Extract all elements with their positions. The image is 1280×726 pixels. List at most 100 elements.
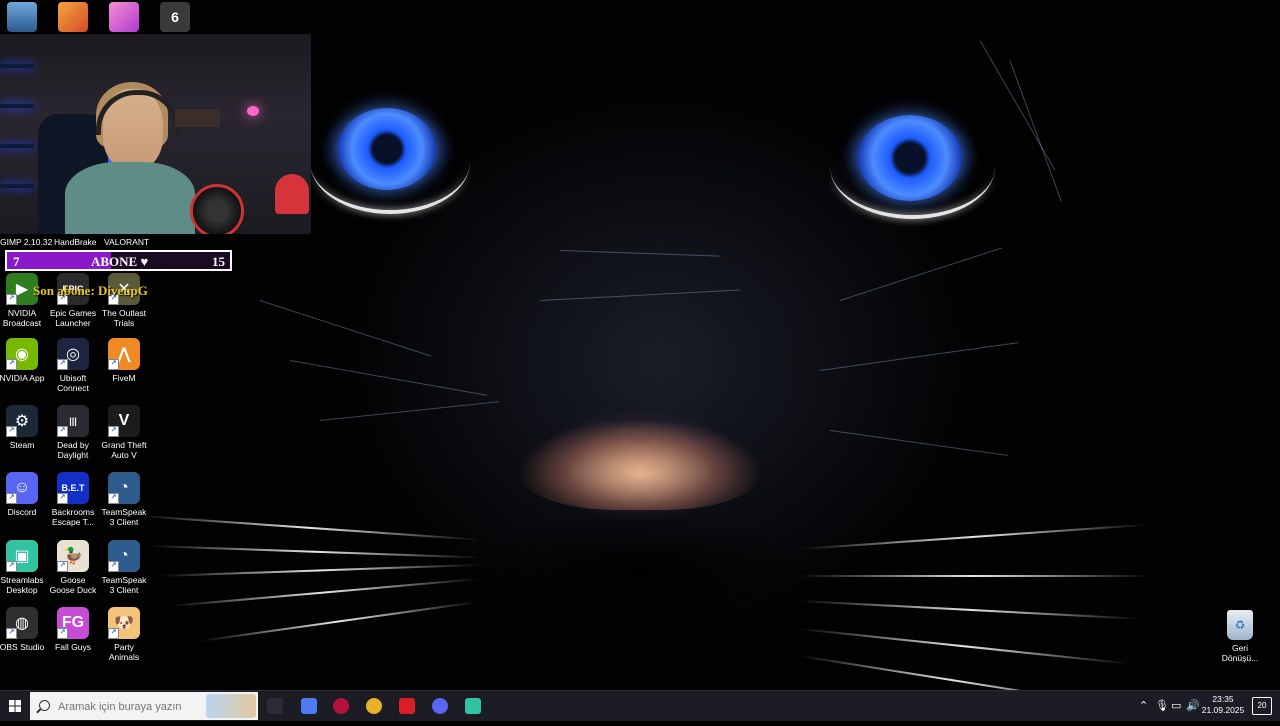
nvidia-app-label: NVIDIA App	[0, 373, 45, 383]
desktop-icon-party-animals[interactable]: 🐶 ↗ Party Animals	[99, 607, 149, 662]
search-icon	[39, 700, 50, 711]
shortcut-arrow-icon: ↗	[6, 628, 17, 639]
shortcut-arrow-icon: ↗	[108, 561, 119, 572]
shortcut-arrow-icon: ↗	[57, 426, 68, 437]
shortcut-arrow-icon: ↗	[6, 294, 17, 305]
shortcut-arrow-icon: ↗	[6, 561, 17, 572]
handbrake-label: HandBrake	[54, 237, 97, 247]
microphone-icon[interactable]: 🎙	[1155, 699, 1169, 712]
recycle-bin-icon: ♻	[1227, 610, 1253, 640]
taskbar-app-streamlabs-task[interactable]	[463, 696, 483, 716]
steam-label: Steam	[9, 440, 35, 450]
desktop-icon-nvidia-broadcast[interactable]: ▶ ↗ NVIDIA Broadcast	[0, 273, 47, 328]
clock[interactable]: 23:35 21.09.2025	[1198, 694, 1248, 716]
taskbar-search[interactable]	[30, 692, 258, 720]
shortcut-arrow-icon: ↗	[57, 561, 68, 572]
fall-guys-label: Fall Guys	[55, 642, 91, 652]
outlast-trials-label: The Outlast Trials	[102, 308, 146, 328]
desktop-icon-obs-studio[interactable]: ◍ ↗ OBS Studio	[0, 607, 47, 652]
sub-goal-bar: 7 ABONE ♥ 15	[5, 250, 232, 271]
dead-by-daylight-icon: ||| ↗	[57, 405, 89, 437]
taskbar-app-netflix[interactable]	[397, 696, 417, 716]
shortcut-arrow-icon: ↗	[108, 426, 119, 437]
desktop-icon-goose-goose-duck[interactable]: 🦆 ↗ Goose Goose Duck	[48, 540, 98, 595]
windows-icon	[9, 700, 21, 712]
desktop-icon-backrooms[interactable]: B.E.T ↗ Backrooms Escape T...	[48, 472, 98, 527]
streamlabs-icon: ▣ ↗	[6, 540, 38, 572]
desktop-icon-fivem[interactable]: ⋀ ↗ FiveM	[99, 338, 149, 383]
valorant-label: VALORANT	[104, 237, 150, 247]
party-animals-icon: 🐶 ↗	[108, 607, 140, 639]
fivem-label: FiveM	[112, 373, 136, 383]
search-highlight-image	[206, 694, 256, 718]
search-input[interactable]	[56, 697, 210, 717]
desktop-icon-teamspeak-3b[interactable]: ◔ ↗ TeamSpeak 3 Client	[99, 540, 149, 595]
gimp-label: GIMP 2.10.32	[0, 237, 53, 247]
desktop-icon-outlast-trials[interactable]: ✕ ↗ The Outlast Trials	[99, 273, 149, 328]
gimp-icon[interactable]	[7, 2, 37, 32]
teamspeak-3a-icon: ◔ ↗	[108, 472, 140, 504]
panther-muzzle	[470, 510, 810, 630]
taskbar-app-opera-gx[interactable]	[331, 696, 351, 716]
recycle-bin-label: Geri Dönüşü...	[1221, 643, 1259, 663]
notification-center[interactable]: 20	[1252, 697, 1272, 715]
network-icon[interactable]: ▭	[1171, 699, 1181, 712]
gta-v-icon: V ↗	[108, 405, 140, 437]
back-shelf	[175, 109, 220, 127]
sub-goal-current: 7	[13, 254, 20, 269]
shortcut-arrow-icon: ↗	[57, 359, 68, 370]
rainbow-six-icon[interactable]: 6	[160, 2, 190, 32]
desktop-icon-nvidia-app[interactable]: ◉ ↗ NVIDIA App	[0, 338, 47, 383]
taskbar-app-task-view[interactable]	[265, 696, 285, 716]
webcam-overlay	[0, 34, 311, 234]
left-eye-lid	[310, 110, 470, 214]
shortcut-arrow-icon: ↗	[6, 493, 17, 504]
handbrake-icon[interactable]	[58, 2, 88, 32]
chrome-icon	[366, 698, 382, 714]
recycle-bin[interactable]: ♻ Geri Dönüşü...	[1215, 610, 1265, 663]
show-hidden-icons-chevron[interactable]: ⌃	[1139, 699, 1148, 712]
desktop-icon-steam[interactable]: ⚙ ↗ Steam	[0, 405, 47, 450]
desktop-icon-teamspeak-3a[interactable]: ◔ ↗ TeamSpeak 3 Client	[99, 472, 149, 527]
shortcut-arrow-icon: ↗	[108, 628, 119, 639]
start-button[interactable]	[0, 691, 30, 721]
clock-date: 21.09.2025	[1201, 705, 1245, 715]
taskbar-app-discord-task[interactable]	[430, 696, 450, 716]
taskbar-app-chrome[interactable]	[364, 696, 384, 716]
nvidia-broadcast-label: NVIDIA Broadcast	[2, 308, 42, 328]
desktop-icon-epic-games[interactable]: EPIC ↗ Epic Games Launcher	[48, 273, 98, 328]
ubisoft-connect-icon: ◎ ↗	[57, 338, 89, 370]
microphone	[190, 184, 244, 234]
teamspeak-3b-label: TeamSpeak 3 Client	[101, 575, 147, 595]
shortcut-arrow-icon: ↗	[6, 426, 17, 437]
desktop-icon-discord[interactable]: ☺ ↗ Discord	[0, 472, 47, 517]
gta-v-label: Grand Theft Auto V	[101, 440, 147, 460]
valorant-icon[interactable]	[109, 2, 139, 32]
streamer-body	[65, 162, 195, 234]
sub-goal-target: 15	[212, 254, 225, 269]
teamspeak-3b-icon: ◔ ↗	[108, 540, 140, 572]
desktop-icon-fall-guys[interactable]: FG ↗ Fall Guys	[48, 607, 98, 652]
desktop-icon-ubisoft-connect[interactable]: ◎ ↗ Ubisoft Connect	[48, 338, 98, 393]
opera-gx-icon	[333, 698, 349, 714]
steam-icon: ⚙ ↗	[6, 405, 38, 437]
goose-goose-duck-label: Goose Goose Duck	[49, 575, 97, 595]
desktop-icon-gta-v[interactable]: V ↗ Grand Theft Auto V	[99, 405, 149, 460]
discord-task-icon	[432, 698, 448, 714]
task-view-icon	[267, 698, 283, 714]
taskbar-app-copilot[interactable]	[299, 696, 319, 716]
streamlabs-task-icon	[465, 698, 481, 714]
fivem-icon: ⋀ ↗	[108, 338, 140, 370]
desktop-icon-streamlabs[interactable]: ▣ ↗ Streamlabs Desktop	[0, 540, 47, 595]
backrooms-label: Backrooms Escape T...	[51, 507, 95, 527]
nvidia-app-icon: ◉ ↗	[6, 338, 38, 370]
teamspeak-3a-label: TeamSpeak 3 Client	[101, 507, 147, 527]
netflix-icon	[399, 698, 415, 714]
right-eye-lid	[830, 115, 995, 219]
pink-lamp	[247, 106, 259, 116]
taskbar: ⌃ 🎙 ▭ 🔊 23:35 21.09.2025 20	[0, 690, 1280, 721]
shortcut-arrow-icon: ↗	[57, 493, 68, 504]
desktop-icon-dead-by-daylight[interactable]: ||| ↗ Dead by Daylight	[48, 405, 98, 460]
notification-count: 20	[1257, 701, 1267, 710]
party-animals-label: Party Animals	[108, 642, 140, 662]
